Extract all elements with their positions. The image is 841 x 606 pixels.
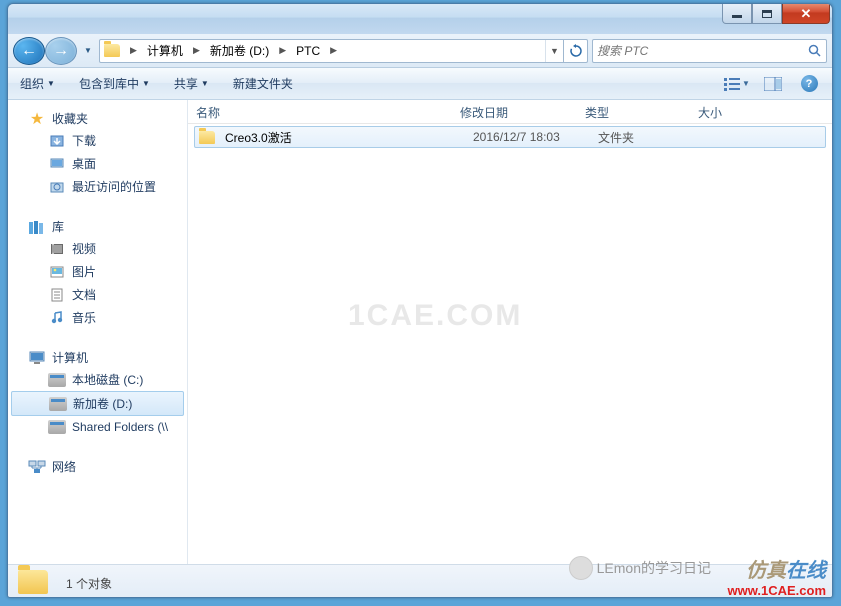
- star-icon: ★: [28, 111, 46, 127]
- nav-bar: ← → ▼ ▶ 计算机 ▶ 新加卷 (D:) ▶ PTC ▶ ▼: [8, 34, 832, 68]
- libraries-group[interactable]: 库: [8, 216, 187, 237]
- sidebar-downloads[interactable]: 下载: [8, 129, 187, 152]
- include-library-menu[interactable]: 包含到库中▼: [75, 72, 154, 95]
- breadcrumb-arrow[interactable]: ▶: [324, 40, 343, 62]
- sidebar-videos[interactable]: 视频: [8, 237, 187, 260]
- music-icon: [48, 310, 66, 326]
- file-date: 2016/12/7 18:03: [467, 130, 592, 144]
- back-button[interactable]: ←: [13, 37, 45, 65]
- column-name[interactable]: 名称: [188, 100, 452, 123]
- sidebar-recent[interactable]: 最近访问的位置: [8, 175, 187, 198]
- breadcrumb-arrow[interactable]: ▶: [124, 40, 143, 62]
- sidebar-new-volume-d[interactable]: 新加卷 (D:): [11, 391, 184, 416]
- watermark-brand: 仿真在线 www.1CAE.com: [728, 554, 826, 598]
- breadcrumb-computer[interactable]: 计算机: [143, 40, 187, 62]
- status-count: 1 个对象: [66, 575, 112, 592]
- file-type: 文件夹: [592, 129, 705, 146]
- watermark-lemon: LEmon的学习日记: [569, 556, 711, 580]
- column-date[interactable]: 修改日期: [452, 100, 577, 123]
- help-icon: ?: [801, 75, 818, 92]
- sidebar-music[interactable]: 音乐: [8, 306, 187, 329]
- share-menu[interactable]: 共享▼: [170, 72, 213, 95]
- folder-icon: [100, 44, 124, 57]
- sidebar-local-c[interactable]: 本地磁盘 (C:): [8, 368, 187, 391]
- organize-menu[interactable]: 组织▼: [16, 72, 59, 95]
- network-icon: [28, 459, 46, 475]
- picture-icon: [48, 264, 66, 280]
- address-dropdown[interactable]: ▼: [545, 40, 563, 62]
- drive-icon: [48, 372, 66, 388]
- sidebar-shared-folders[interactable]: Shared Folders (\\: [8, 416, 187, 438]
- file-list-area: 名称 修改日期 类型 大小 Creo3.0激活 2016/12/7 18:03 …: [188, 100, 832, 564]
- watermark-cae: 1CAE.COM: [348, 299, 522, 333]
- computer-icon: [28, 350, 46, 366]
- forward-button[interactable]: →: [45, 37, 77, 65]
- view-options-button[interactable]: ▼: [722, 73, 752, 95]
- desktop-icon: [48, 156, 66, 172]
- file-list: Creo3.0激活 2016/12/7 18:03 文件夹: [188, 124, 832, 564]
- help-button[interactable]: ?: [794, 73, 824, 95]
- status-folder-icon: [18, 570, 52, 598]
- breadcrumb-arrow[interactable]: ▶: [273, 40, 292, 62]
- search-box[interactable]: [592, 39, 827, 63]
- recent-icon: [48, 179, 66, 195]
- titlebar: ✕: [8, 4, 832, 34]
- refresh-button[interactable]: [563, 40, 587, 62]
- address-bar[interactable]: ▶ 计算机 ▶ 新加卷 (D:) ▶ PTC ▶ ▼: [99, 39, 588, 63]
- close-button[interactable]: ✕: [782, 4, 830, 24]
- network-drive-icon: [48, 419, 66, 435]
- computer-group[interactable]: 计算机: [8, 347, 187, 368]
- drive-icon: [49, 396, 67, 412]
- breadcrumb-drive[interactable]: 新加卷 (D:): [206, 40, 273, 62]
- sidebar-pictures[interactable]: 图片: [8, 260, 187, 283]
- navigation-pane: ★ 收藏夹 下载 桌面: [8, 100, 188, 564]
- breadcrumb: ▶ 计算机 ▶ 新加卷 (D:) ▶ PTC ▶: [124, 40, 545, 62]
- folder-icon: [199, 131, 219, 144]
- preview-pane-button[interactable]: [758, 73, 788, 95]
- search-icon: [808, 44, 822, 58]
- favorites-group[interactable]: ★ 收藏夹: [8, 108, 187, 129]
- file-row[interactable]: Creo3.0激活 2016/12/7 18:03 文件夹: [194, 126, 826, 148]
- column-type[interactable]: 类型: [577, 100, 690, 123]
- maximize-button[interactable]: [752, 4, 782, 24]
- breadcrumb-arrow[interactable]: ▶: [187, 40, 206, 62]
- sidebar-documents[interactable]: 文档: [8, 283, 187, 306]
- toolbar: 组织▼ 包含到库中▼ 共享▼ 新建文件夹 ▼ ?: [8, 68, 832, 100]
- download-icon: [48, 133, 66, 149]
- breadcrumb-ptc[interactable]: PTC: [292, 40, 324, 62]
- nav-history-dropdown[interactable]: ▼: [81, 39, 95, 63]
- avatar-icon: [569, 556, 593, 580]
- document-icon: [48, 287, 66, 303]
- library-icon: [28, 219, 46, 235]
- minimize-button[interactable]: [722, 4, 752, 24]
- new-folder-button[interactable]: 新建文件夹: [229, 72, 297, 95]
- column-headers: 名称 修改日期 类型 大小: [188, 100, 832, 124]
- file-name: Creo3.0激活: [219, 129, 467, 146]
- network-group[interactable]: 网络: [8, 456, 187, 477]
- sidebar-desktop[interactable]: 桌面: [8, 152, 187, 175]
- video-icon: [48, 241, 66, 257]
- column-size[interactable]: 大小: [690, 100, 790, 123]
- search-input[interactable]: [597, 44, 808, 58]
